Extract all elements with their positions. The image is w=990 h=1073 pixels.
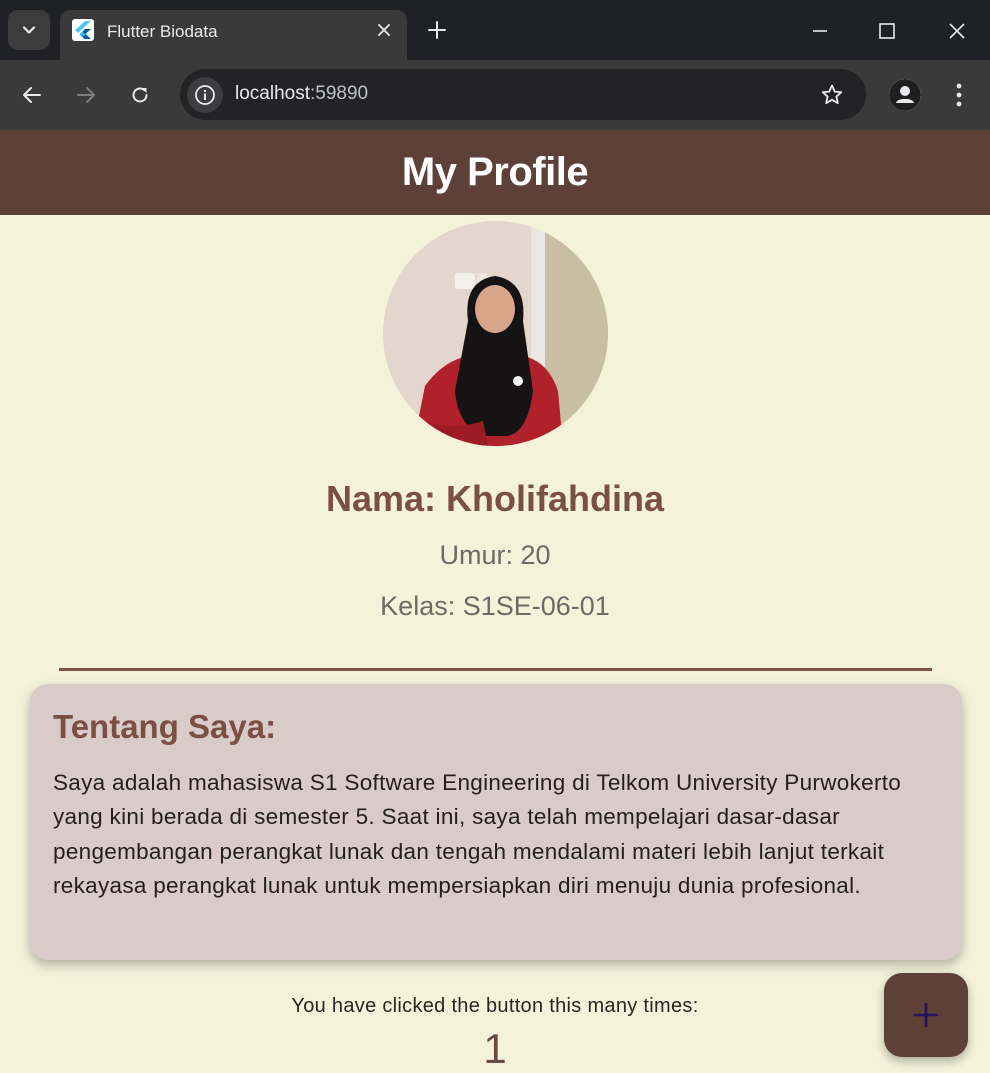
about-title: Tentang Saya: (53, 708, 277, 745)
profile-photo (383, 221, 608, 446)
tab-title: Flutter Biodata (107, 22, 218, 41)
url-text: localhost:59890 (235, 83, 368, 105)
browser-toolbar: localhost:59890 (0, 60, 990, 130)
arrow-right-icon (77, 87, 95, 103)
tab-search-button[interactable] (8, 10, 50, 50)
profile-age: Umur: 20 (439, 540, 551, 570)
reload-icon (132, 87, 148, 103)
url-port: :59890 (310, 83, 369, 104)
forward-button[interactable] (69, 78, 103, 112)
back-button[interactable] (15, 78, 49, 112)
close-icon (949, 23, 965, 39)
counter-value: 1 (483, 1025, 507, 1072)
maximize-icon (879, 23, 895, 39)
about-card: Tentang Saya: Saya adalah mahasiswa S1 S… (30, 684, 962, 960)
arrow-left-icon (23, 87, 41, 103)
avatar (383, 221, 608, 446)
site-info-button[interactable] (187, 77, 223, 113)
about-text: Saya adalah mahasiswa S1 Software Engine… (53, 770, 902, 898)
flutter-icon (72, 19, 94, 41)
url-host: localhost (235, 83, 310, 104)
reload-button[interactable] (123, 78, 157, 112)
divider (59, 668, 932, 671)
new-tab-button[interactable] (424, 17, 450, 43)
counter-label: You have clicked the button this many ti… (291, 995, 699, 1017)
minimize-icon (813, 30, 827, 32)
address-bar[interactable]: localhost:59890 (180, 69, 866, 120)
close-window-button[interactable] (940, 14, 974, 48)
star-icon (821, 84, 843, 105)
profile-button[interactable] (889, 79, 921, 111)
app-bar: My Profile (0, 130, 990, 215)
browser-tab-strip: Flutter Biodata (0, 0, 990, 60)
close-tab-button[interactable] (375, 21, 393, 39)
profile-class: Kelas: S1SE-06-01 (380, 591, 610, 621)
maximize-button[interactable] (870, 14, 904, 48)
more-vertical-icon (956, 83, 962, 107)
plus-icon (428, 21, 446, 39)
info-icon (195, 85, 215, 105)
profile-name: Nama: Kholifahdina (325, 478, 665, 519)
page-title: My Profile (401, 150, 589, 194)
person-icon (889, 79, 921, 111)
browser-menu-button[interactable] (945, 78, 973, 112)
increment-button[interactable] (884, 973, 968, 1057)
plus-icon (913, 1002, 939, 1028)
bookmark-button[interactable] (818, 81, 846, 109)
browser-tab[interactable]: Flutter Biodata (60, 10, 407, 60)
close-icon (378, 24, 390, 36)
chevron-down-icon (22, 26, 36, 34)
minimize-button[interactable] (803, 14, 837, 48)
